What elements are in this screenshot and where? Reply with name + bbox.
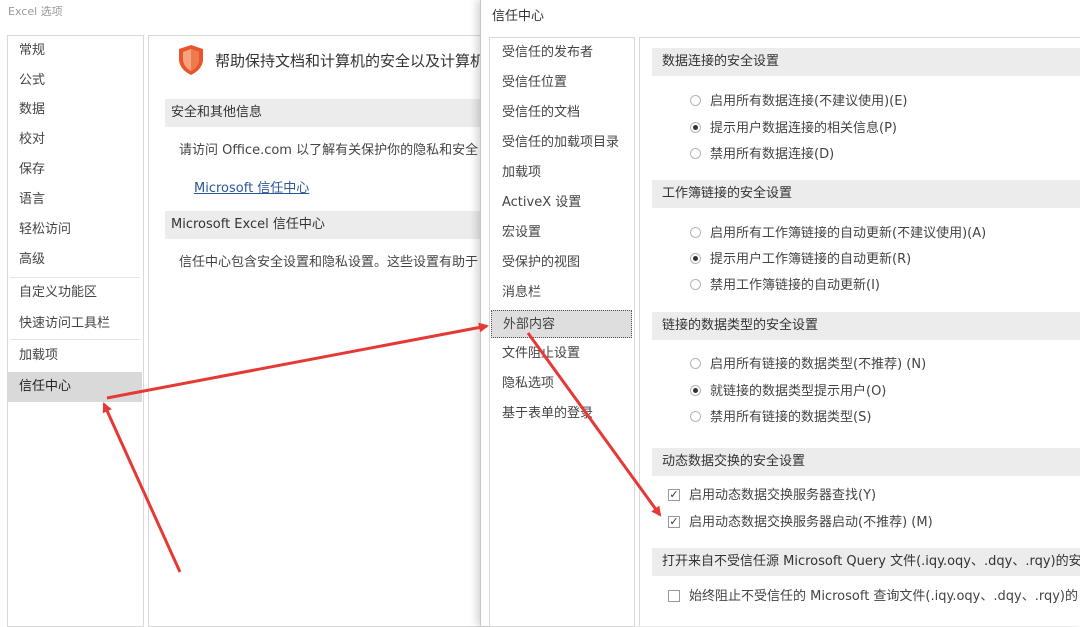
nav-divider bbox=[10, 277, 140, 278]
nav-item-customize-ribbon[interactable]: 自定义功能区 bbox=[8, 279, 142, 307]
trust-center-title: 信任中心 bbox=[492, 9, 545, 24]
tc-nav-trusted-locations[interactable]: 受信任位置 bbox=[490, 69, 632, 97]
tc-nav-trusted-addin-catalogs[interactable]: 受信任的加载项目录 bbox=[490, 129, 632, 157]
checkbox-label: 始终阻止不受信任的 Microsoft 查询文件(.iqy.oqy、.dqy、.… bbox=[689, 589, 1078, 604]
nav-item-addins[interactable]: 加载项 bbox=[8, 342, 142, 370]
checkbox-checked[interactable]: ✓ bbox=[668, 488, 680, 501]
section-header-dde: 动态数据交换的安全设置 bbox=[652, 448, 1080, 476]
nav-item-save[interactable]: 保存 bbox=[8, 156, 142, 184]
radio-label: 提示用户工作簿链接的自动更新(R) bbox=[710, 252, 912, 267]
nav-item-advanced[interactable]: 高级 bbox=[8, 246, 142, 274]
radio-button-selected[interactable] bbox=[690, 253, 701, 264]
radio-label: 启用所有工作簿链接的自动更新(不建议使用)(A) bbox=[710, 226, 987, 241]
checkbox-unchecked[interactable] bbox=[668, 589, 680, 602]
tc-nav-protected-view[interactable]: 受保护的视图 bbox=[490, 249, 632, 277]
nav-item-formulas[interactable]: 公式 bbox=[8, 67, 142, 95]
tc-nav-activex-settings[interactable]: ActiveX 设置 bbox=[490, 189, 632, 217]
radio-button[interactable] bbox=[690, 148, 701, 159]
radio-disable-linked-data-types[interactable]: 禁用所有链接的数据类型(S) bbox=[690, 407, 871, 429]
nav-divider bbox=[10, 339, 140, 340]
radio-enable-workbook-link-updates[interactable]: 启用所有工作簿链接的自动更新(不建议使用)(A) bbox=[690, 223, 986, 245]
radio-button[interactable] bbox=[690, 227, 701, 238]
options-main-panel: 帮助保持文档和计算机的安全以及计算机 安全和其他信息 请访问 Office.co… bbox=[148, 35, 490, 627]
tc-nav-trusted-publishers[interactable]: 受信任的发布者 bbox=[490, 39, 632, 67]
section-header-privacy: 安全和其他信息 bbox=[165, 99, 489, 127]
microsoft-trust-center-link[interactable]: Microsoft 信任中心 bbox=[194, 177, 309, 196]
radio-prompt-workbook-link-updates[interactable]: 提示用户工作簿链接的自动更新(R) bbox=[690, 249, 911, 271]
radio-disable-workbook-link-updates[interactable]: 禁用工作簿链接的自动更新(I) bbox=[690, 275, 880, 297]
trust-center-description: 信任中心包含安全设置和隐私设置。这些设置有助于 bbox=[179, 255, 479, 270]
radio-enable-all-data-connections[interactable]: 启用所有数据连接(不建议使用)(E) bbox=[690, 91, 908, 113]
nav-item-general[interactable]: 常规 bbox=[8, 37, 142, 65]
nav-item-trust-center[interactable]: 信任中心 bbox=[8, 372, 142, 402]
checkbox-dde-server-lookup[interactable]: ✓ 启用动态数据交换服务器查找(Y) bbox=[668, 485, 876, 507]
tc-nav-file-block-settings[interactable]: 文件阻止设置 bbox=[490, 340, 632, 368]
section-header-workbook-links: 工作簿链接的安全设置 bbox=[652, 180, 1080, 208]
trust-center-nav: 受信任的发布者 受信任位置 受信任的文档 受信任的加载项目录 加载项 Activ… bbox=[489, 37, 635, 627]
section-header-excel-trust-center: Microsoft Excel 信任中心 bbox=[165, 211, 489, 239]
nav-item-language[interactable]: 语言 bbox=[8, 186, 142, 214]
radio-prompt-linked-data-types[interactable]: 就链接的数据类型提示用户(O) bbox=[690, 381, 886, 403]
nav-item-proofing[interactable]: 校对 bbox=[8, 126, 142, 154]
radio-button-selected[interactable] bbox=[690, 385, 701, 396]
radio-button[interactable] bbox=[690, 358, 701, 369]
page-heading: 帮助保持文档和计算机的安全以及计算机 bbox=[215, 52, 486, 70]
checkbox-label: 启用动态数据交换服务器启动(不推荐) (M) bbox=[689, 515, 933, 530]
radio-label: 就链接的数据类型提示用户(O) bbox=[710, 384, 887, 399]
radio-label: 禁用所有链接的数据类型(S) bbox=[710, 410, 872, 425]
radio-label: 启用所有数据连接(不建议使用)(E) bbox=[710, 94, 908, 109]
section-header-query-files: 打开来自不受信任源 Microsoft Query 文件(.iqy.oqy、.d… bbox=[652, 548, 1080, 576]
checkbox-checked[interactable]: ✓ bbox=[668, 515, 680, 528]
radio-label: 启用所有链接的数据类型(不推荐) (N) bbox=[710, 357, 927, 372]
external-content-panel: 数据连接的安全设置 启用所有数据连接(不建议使用)(E) 提示用户数据连接的相关… bbox=[639, 37, 1080, 626]
checkbox-block-untrusted-query[interactable]: 始终阻止不受信任的 Microsoft 查询文件(.iqy.oqy、.dqy、.… bbox=[668, 586, 1078, 608]
radio-disable-all-data-connections[interactable]: 禁用所有数据连接(D) bbox=[690, 144, 834, 166]
options-window-title: Excel 选项 bbox=[8, 5, 63, 18]
tc-nav-privacy-options[interactable]: 隐私选项 bbox=[490, 370, 632, 398]
radio-button[interactable] bbox=[690, 95, 701, 106]
nav-item-accessibility[interactable]: 轻松访问 bbox=[8, 216, 142, 244]
options-nav: 常规 公式 数据 校对 保存 语言 轻松访问 高级 自定义功能区 快速访问工具栏… bbox=[7, 35, 144, 627]
radio-label: 禁用工作簿链接的自动更新(I) bbox=[710, 278, 880, 293]
tc-nav-message-bar[interactable]: 消息栏 bbox=[490, 279, 632, 307]
radio-label: 禁用所有数据连接(D) bbox=[710, 147, 835, 162]
nav-item-quick-access-toolbar[interactable]: 快速访问工具栏 bbox=[8, 310, 142, 338]
radio-label: 提示用户数据连接的相关信息(P) bbox=[710, 121, 897, 136]
radio-button[interactable] bbox=[690, 279, 701, 290]
radio-prompt-data-connections[interactable]: 提示用户数据连接的相关信息(P) bbox=[690, 118, 897, 140]
radio-button-selected[interactable] bbox=[690, 122, 701, 133]
tc-nav-trusted-documents[interactable]: 受信任的文档 bbox=[490, 99, 632, 127]
shield-icon bbox=[179, 45, 203, 75]
tc-nav-form-based-signin[interactable]: 基于表单的登录 bbox=[490, 400, 632, 428]
tc-nav-macro-settings[interactable]: 宏设置 bbox=[490, 219, 632, 247]
tc-nav-external-content[interactable]: 外部内容 bbox=[491, 310, 632, 338]
nav-item-data[interactable]: 数据 bbox=[8, 96, 142, 124]
radio-enable-linked-data-types[interactable]: 启用所有链接的数据类型(不推荐) (N) bbox=[690, 354, 926, 376]
radio-button[interactable] bbox=[690, 411, 701, 422]
checkbox-label: 启用动态数据交换服务器查找(Y) bbox=[689, 488, 877, 503]
checkbox-dde-server-launch[interactable]: ✓ 启用动态数据交换服务器启动(不推荐) (M) bbox=[668, 512, 933, 534]
tc-nav-addins[interactable]: 加载项 bbox=[490, 159, 632, 187]
privacy-description: 请访问 Office.com 以了解有关保护你的隐私和安全 bbox=[179, 143, 479, 158]
trust-center-window: 信任中心 受信任的发布者 受信任位置 受信任的文档 受信任的加载项目录 加载项 … bbox=[480, 0, 1080, 627]
section-header-linked-data-types: 链接的数据类型的安全设置 bbox=[652, 312, 1080, 340]
section-header-data-connections: 数据连接的安全设置 bbox=[652, 48, 1080, 76]
